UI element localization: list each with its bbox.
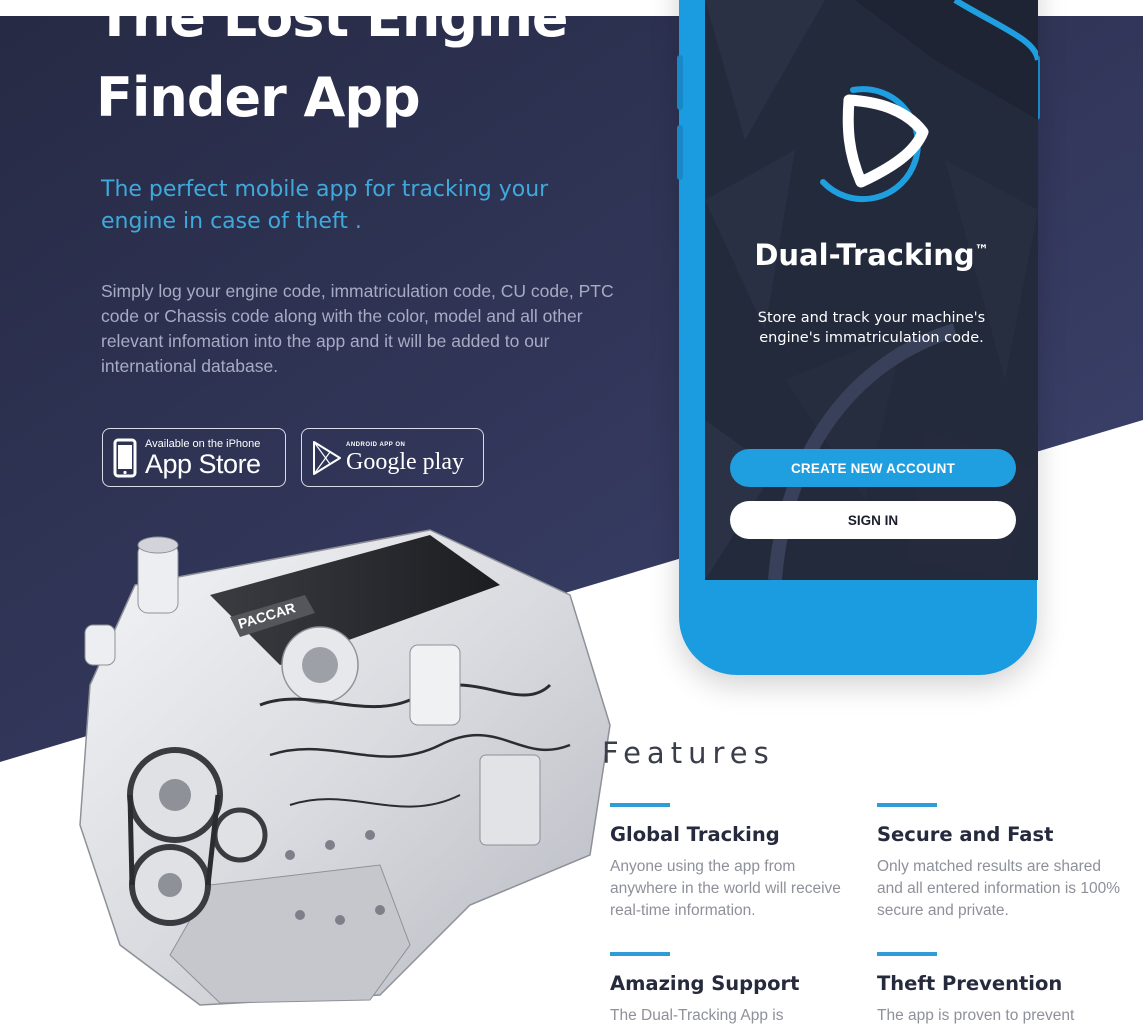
app-name-text: Dual-Tracking	[754, 238, 975, 272]
apple-phone-icon	[113, 438, 137, 477]
feature-title: Amazing Support	[610, 972, 800, 995]
hero-subtitle: The perfect mobile app for tracking your…	[101, 177, 549, 234]
phone-side-button	[677, 55, 683, 110]
feature-card-global-tracking: Global Tracking Anyone using the app fro…	[610, 803, 860, 922]
play-triangle-icon	[313, 440, 341, 475]
trademark: ™	[974, 242, 989, 259]
features-heading: Features	[602, 736, 775, 770]
app-tagline: Store and track your machine's engine's …	[757, 310, 986, 346]
feature-accent-bar	[610, 952, 670, 956]
phone-side-button	[677, 125, 683, 180]
google-play-label: Google play	[346, 448, 464, 475]
hero-title-line-1: The Lost Engine	[96, 0, 569, 49]
feature-description: The app is proven to prevent	[877, 1007, 1075, 1024]
app-store-small-label: Available on the iPhone	[145, 437, 261, 450]
feature-title: Global Tracking	[610, 823, 780, 846]
feature-title: Theft Prevention	[877, 972, 1063, 995]
app-store-badge[interactable]: Available on the iPhone App Store	[102, 428, 286, 487]
dual-tracking-logo-icon	[820, 86, 929, 203]
google-play-small-label: ANDROID APP ON	[346, 441, 406, 448]
phone-screen: Dual-Tracking™ Store and track your mach…	[705, 0, 1038, 580]
feature-card-secure-fast: Secure and Fast Only matched results are…	[877, 803, 1127, 922]
feature-card-amazing-support: Amazing Support The Dual-Tracking App is	[610, 952, 860, 1027]
sign-in-button[interactable]: SIGN IN	[730, 501, 1016, 539]
app-store-label: App Store	[145, 448, 261, 479]
feature-accent-bar	[877, 803, 937, 807]
feature-title: Secure and Fast	[877, 823, 1054, 846]
feature-description: Anyone using the app from anywhere in th…	[610, 858, 841, 919]
hero-description: Simply log your engine code, immatricula…	[101, 281, 614, 376]
create-account-button[interactable]: CREATE NEW ACCOUNT	[730, 449, 1016, 487]
feature-card-theft-prevention: Theft Prevention The app is proven to pr…	[877, 952, 1127, 1027]
feature-description: The Dual-Tracking App is	[610, 1007, 784, 1024]
feature-accent-bar	[877, 952, 937, 956]
feature-accent-bar	[610, 803, 670, 807]
feature-description: Only matched results are shared and all …	[877, 858, 1120, 919]
app-name: Dual-Tracking™	[705, 238, 1038, 272]
hero-title-line-2: Finder App	[96, 66, 421, 129]
google-play-badge[interactable]: ANDROID APP ON Google play	[301, 428, 484, 487]
hero-title: The Lost Engine Finder App	[96, 0, 569, 138]
engine-image: PACCAR	[79, 529, 611, 1006]
